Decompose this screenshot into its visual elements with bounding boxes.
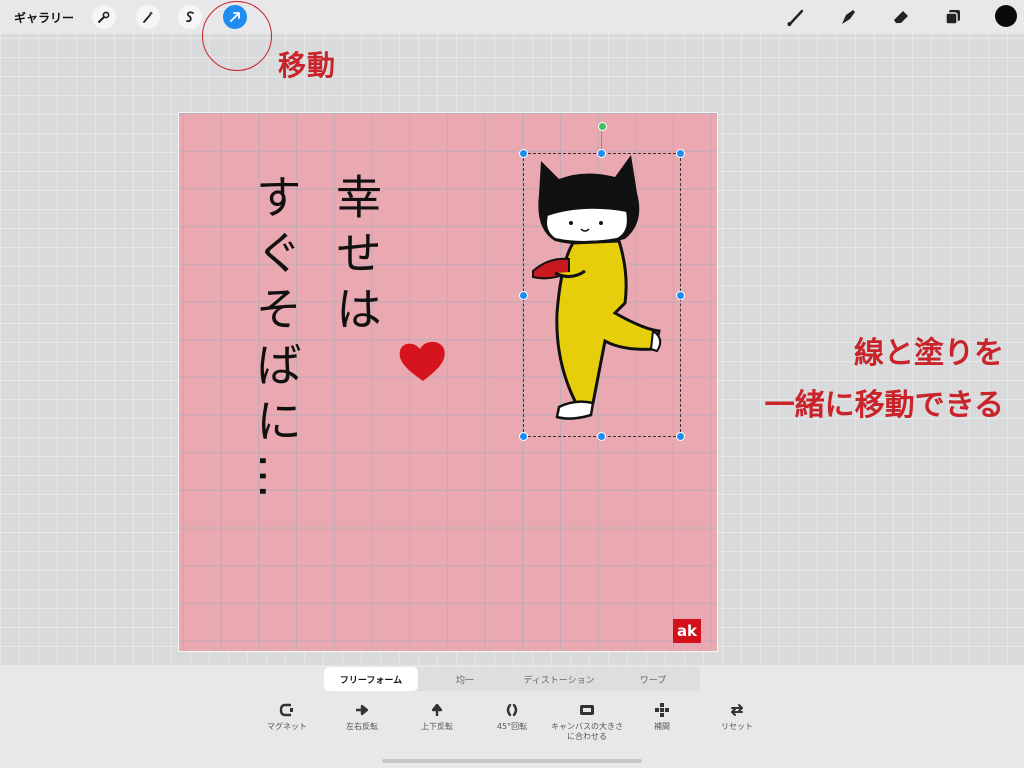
magnet-label: マグネット xyxy=(267,722,307,731)
smudge-icon[interactable] xyxy=(836,5,860,29)
top-toolbar: ギャラリー xyxy=(0,0,1024,34)
tab-warp[interactable]: ワープ xyxy=(606,667,700,691)
annotation-move-label: 移動 xyxy=(278,49,337,82)
selection-bounding-box[interactable] xyxy=(523,153,681,437)
wrench-icon[interactable] xyxy=(92,5,116,29)
eraser-icon[interactable] xyxy=(889,5,913,29)
heart-drawing xyxy=(399,341,445,381)
fit-to-canvas-label-line2: に合わせる xyxy=(567,732,607,741)
reset-label: リセット xyxy=(721,722,753,731)
resize-handle-bottom[interactable] xyxy=(597,432,606,441)
magnet-icon xyxy=(279,703,293,717)
handwriting-column-2: すぐそばに… xyxy=(249,173,303,509)
reset-icon xyxy=(731,704,743,716)
rotation-handle[interactable] xyxy=(598,122,607,131)
tab-distort[interactable]: ディストーション xyxy=(512,667,606,691)
flip-horizontal-button[interactable]: 左右反転 xyxy=(325,702,399,732)
annotation-note-line2: 一緒に移動できる xyxy=(764,388,1004,423)
flip-vertical-icon xyxy=(431,703,443,716)
resize-handle-top-right[interactable] xyxy=(676,149,685,158)
resize-handle-bottom-right[interactable] xyxy=(676,432,685,441)
resize-handle-top[interactable] xyxy=(597,149,606,158)
signature-stamp: ak xyxy=(673,619,701,643)
fit-to-canvas-button[interactable]: キャンバスの大きさ に合わせる xyxy=(550,702,624,742)
rotate-45-button[interactable]: 45°回転 xyxy=(475,702,549,732)
resize-handle-top-left[interactable] xyxy=(519,149,528,158)
brush-icon[interactable] xyxy=(784,5,808,29)
color-picker-button[interactable] xyxy=(995,5,1017,27)
interpolation-button[interactable]: 補間 xyxy=(625,702,699,732)
rotate-45-icon xyxy=(506,703,518,717)
flip-vertical-label: 上下反転 xyxy=(421,722,453,731)
annotation-circle xyxy=(202,1,272,71)
transform-toolbar: フリーフォーム 均一 ディストーション ワープ マグネット 左右反転 上下反転 … xyxy=(0,666,1024,768)
resize-handle-left[interactable] xyxy=(519,291,528,300)
resize-handle-bottom-left[interactable] xyxy=(519,432,528,441)
interpolation-icon xyxy=(655,703,669,717)
layers-icon[interactable] xyxy=(941,5,965,29)
magic-wand-icon[interactable] xyxy=(136,5,160,29)
home-indicator xyxy=(382,759,642,763)
reset-button[interactable]: リセット xyxy=(700,702,774,732)
resize-handle-right[interactable] xyxy=(676,291,685,300)
flip-horizontal-icon xyxy=(356,704,369,716)
transform-mode-tabs: フリーフォーム 均一 ディストーション ワープ xyxy=(324,667,700,691)
annotation-note: 線と塗りを 一緒に移動できる xyxy=(765,328,1004,432)
fit-to-canvas-label: キャンバスの大きさ xyxy=(551,722,623,731)
rotate-45-label: 45°回転 xyxy=(496,722,528,731)
gallery-button[interactable]: ギャラリー xyxy=(14,9,74,26)
annotation-note-line1: 線と塗りを xyxy=(854,336,1004,371)
selection-s-icon[interactable] xyxy=(178,5,202,29)
tab-freeform[interactable]: フリーフォーム xyxy=(324,667,418,691)
flip-vertical-button[interactable]: 上下反転 xyxy=(400,702,474,732)
handwriting-column-1: 幸せは xyxy=(329,173,383,341)
drawing-canvas[interactable]: 幸せは すぐそばに… ak xyxy=(179,113,717,651)
flip-horizontal-label: 左右反転 xyxy=(346,722,378,731)
tab-uniform[interactable]: 均一 xyxy=(418,667,512,691)
magnet-button[interactable]: マグネット xyxy=(250,702,324,732)
interpolation-label: 補間 xyxy=(654,722,670,731)
fit-to-canvas-icon xyxy=(580,705,594,715)
